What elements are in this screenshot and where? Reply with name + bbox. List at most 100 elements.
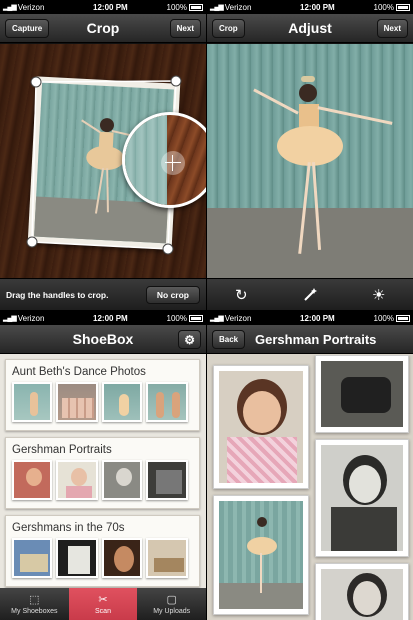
shelf-thumbnails [6, 538, 199, 578]
magic-wand-icon[interactable] [276, 287, 345, 303]
photo-thumbnail[interactable] [12, 382, 52, 422]
status-bar: ▂▄▆ Verizon 12:00 PM 100% [207, 311, 413, 325]
battery-indicator: 100% [348, 3, 410, 12]
photo-card[interactable] [213, 365, 309, 489]
battery-indicator: 100% [348, 314, 410, 323]
photo-thumbnail[interactable] [56, 382, 98, 422]
adjust-title: Adjust [288, 20, 332, 36]
shelf-list: Aunt Beth's Dance Photos Gershman Portra… [0, 355, 206, 588]
status-bar: ▂▄▆ Verizon 12:00 PM 100% [0, 311, 206, 325]
carrier-label: Verizon [224, 313, 252, 323]
portrait-dress [331, 507, 397, 551]
dancer-leg [260, 553, 262, 593]
photo-thumbnail[interactable] [56, 538, 98, 578]
album-navbar: Back Gershman Portraits [207, 325, 413, 354]
tab-my-uploads[interactable]: ▢ My Uploads [137, 588, 206, 620]
photo-grid [207, 355, 413, 620]
portrait-face [353, 581, 381, 615]
battery-indicator: 100% [141, 3, 203, 12]
box-icon: ⬚ [29, 594, 40, 606]
crop-toolbar: Drag the handles to crop. No crop [0, 278, 206, 310]
crop-handle-top-left[interactable] [30, 76, 42, 88]
photo-card[interactable] [213, 495, 309, 615]
shelf-title: Gershman Portraits [12, 444, 112, 456]
brightness-icon[interactable]: ☀ [344, 286, 413, 304]
status-bar: ▂▄▆ Verizon 12:00 PM 100% [0, 0, 206, 14]
photo-card[interactable] [315, 439, 409, 557]
photo-thumbnail[interactable] [56, 460, 98, 500]
adjusted-photo [207, 44, 413, 278]
photo-thumbnail[interactable] [102, 382, 142, 422]
time-label: 12:00 PM [93, 2, 128, 12]
battery-label: 100% [166, 2, 187, 12]
shoebox-title: ShoeBox [72, 331, 134, 347]
carrier-label: Verizon [17, 313, 45, 323]
photo-thumbnail[interactable] [146, 460, 188, 500]
loupe-crosshair [161, 151, 185, 175]
crop-handle-bottom-left[interactable] [26, 236, 38, 248]
rotate-icon[interactable]: ↻ [207, 286, 276, 304]
time-label: 12:00 PM [300, 2, 335, 12]
crop-handle-bottom-right[interactable] [162, 243, 174, 255]
shoebox-navbar: ShoeBox ⚙ [0, 325, 206, 354]
battery-icon [188, 3, 203, 11]
screenshot-collage: ▂▄▆ Verizon 12:00 PM 100% Capture Crop N… [0, 0, 413, 620]
tab-label: My Uploads [153, 608, 191, 615]
scissors-icon: ✂ [98, 594, 108, 606]
tab-label: Scan [95, 608, 111, 615]
time-label: 12:00 PM [300, 313, 335, 323]
battery-icon [395, 314, 410, 322]
dancer-arm-right [317, 106, 393, 125]
tab-scan[interactable]: ✂ Scan [68, 588, 138, 620]
crop-next-button[interactable]: Next [169, 19, 201, 38]
signal-icon: ▂▄▆ [3, 4, 17, 11]
capture-button[interactable]: Capture [5, 19, 50, 38]
shelf-gershman-portraits[interactable]: Gershman Portraits [5, 437, 200, 509]
crop-navbar: Capture Crop Next [0, 14, 206, 43]
loupe-crosshair-h [165, 162, 181, 163]
tab-label: My Shoeboxes [11, 608, 58, 615]
loupe-crosshair-v [172, 155, 173, 171]
portrait-face [349, 465, 381, 503]
signal-icon: ▂▄▆ [210, 315, 224, 322]
adjust-screen: ▂▄▆ Verizon 12:00 PM 100% Crop Adjust Ne… [207, 0, 413, 310]
time-label: 12:00 PM [93, 313, 128, 323]
photo-thumbnail[interactable] [12, 460, 52, 500]
back-button[interactable]: Back [212, 330, 246, 349]
crop-canvas [0, 44, 206, 278]
no-crop-button[interactable]: No crop [145, 285, 200, 304]
battery-indicator: 100% [141, 314, 203, 323]
adjust-navbar: Crop Adjust Next [207, 14, 413, 43]
shelf-gershmans-70s[interactable]: Gershmans in the 70s [5, 515, 200, 587]
dancer-arm-left [253, 88, 299, 115]
photo-floor [207, 208, 413, 278]
signal-icon: ▂▄▆ [210, 4, 224, 11]
adjust-next-button[interactable]: Next [376, 19, 408, 38]
photo-card[interactable] [315, 563, 409, 620]
status-bar: ▂▄▆ Verizon 12:00 PM 100% [207, 0, 413, 14]
photo-thumbnail[interactable] [102, 538, 142, 578]
photo-thumbnail[interactable] [102, 460, 142, 500]
shelf-aunt-beth[interactable]: Aunt Beth's Dance Photos [5, 359, 200, 431]
tab-my-shoeboxes[interactable]: ⬚ My Shoeboxes [0, 588, 69, 620]
crop-handle-top-right[interactable] [170, 75, 182, 87]
dancer-head [299, 84, 317, 102]
battery-label: 100% [373, 313, 394, 323]
photo-thumbnail[interactable] [12, 538, 52, 578]
dancer-tutu [277, 126, 343, 166]
photo-thumbnail[interactable] [146, 538, 188, 578]
crop-hint: Drag the handles to crop. [6, 289, 109, 300]
photo-thumbnail[interactable] [146, 382, 188, 422]
album-title: Gershman Portraits [255, 331, 377, 347]
dancer-crown [301, 76, 315, 82]
shelf-title: Gershmans in the 70s [12, 522, 125, 534]
photo-card[interactable] [315, 355, 409, 433]
battery-icon [395, 3, 410, 11]
adjust-toolbar: ↻ ☀ [207, 278, 413, 310]
gear-icon[interactable]: ⚙ [178, 330, 201, 349]
shelf-thumbnails [6, 460, 199, 500]
dancer-tutu [247, 537, 277, 555]
battery-label: 100% [373, 2, 394, 12]
dancer-head [257, 517, 267, 527]
crop-back-button[interactable]: Crop [212, 19, 245, 38]
